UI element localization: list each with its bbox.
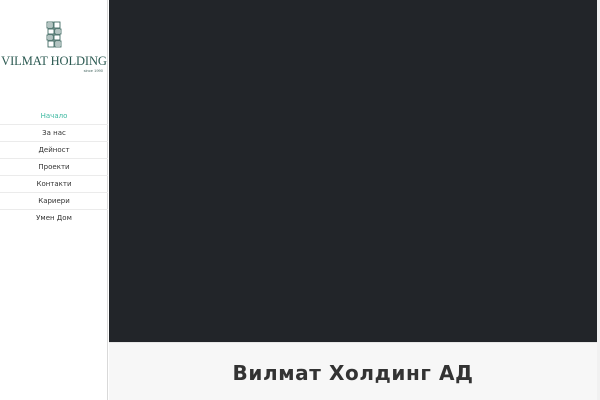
nav-item-careers[interactable]: Кариери	[0, 193, 108, 210]
hero-banner	[109, 0, 597, 342]
nav-item-projects[interactable]: Проекти	[0, 159, 108, 176]
logo-link[interactable]: VILMAT HOLDING since 1990	[0, 18, 108, 76]
nav-item-smart-home[interactable]: Умен Дом	[0, 210, 108, 227]
main-nav: Начало За нас Дейност Проекти Контакти К…	[0, 108, 108, 227]
page-title: Вилмат Холдинг АД	[232, 361, 474, 385]
nav-item-contacts[interactable]: Контакти	[0, 176, 108, 193]
building-grid-icon	[46, 21, 62, 48]
nav-item-home[interactable]: Начало	[0, 108, 108, 125]
brand-since: since 1990	[83, 68, 103, 73]
nav-item-about[interactable]: За нас	[0, 125, 108, 142]
content-section: Вилмат Холдинг АД	[109, 342, 597, 400]
sidebar: VILMAT HOLDING since 1990 Начало За нас …	[0, 0, 108, 400]
nav-item-activity[interactable]: Дейност	[0, 142, 108, 159]
brand-name: VILMAT HOLDING	[1, 54, 107, 68]
